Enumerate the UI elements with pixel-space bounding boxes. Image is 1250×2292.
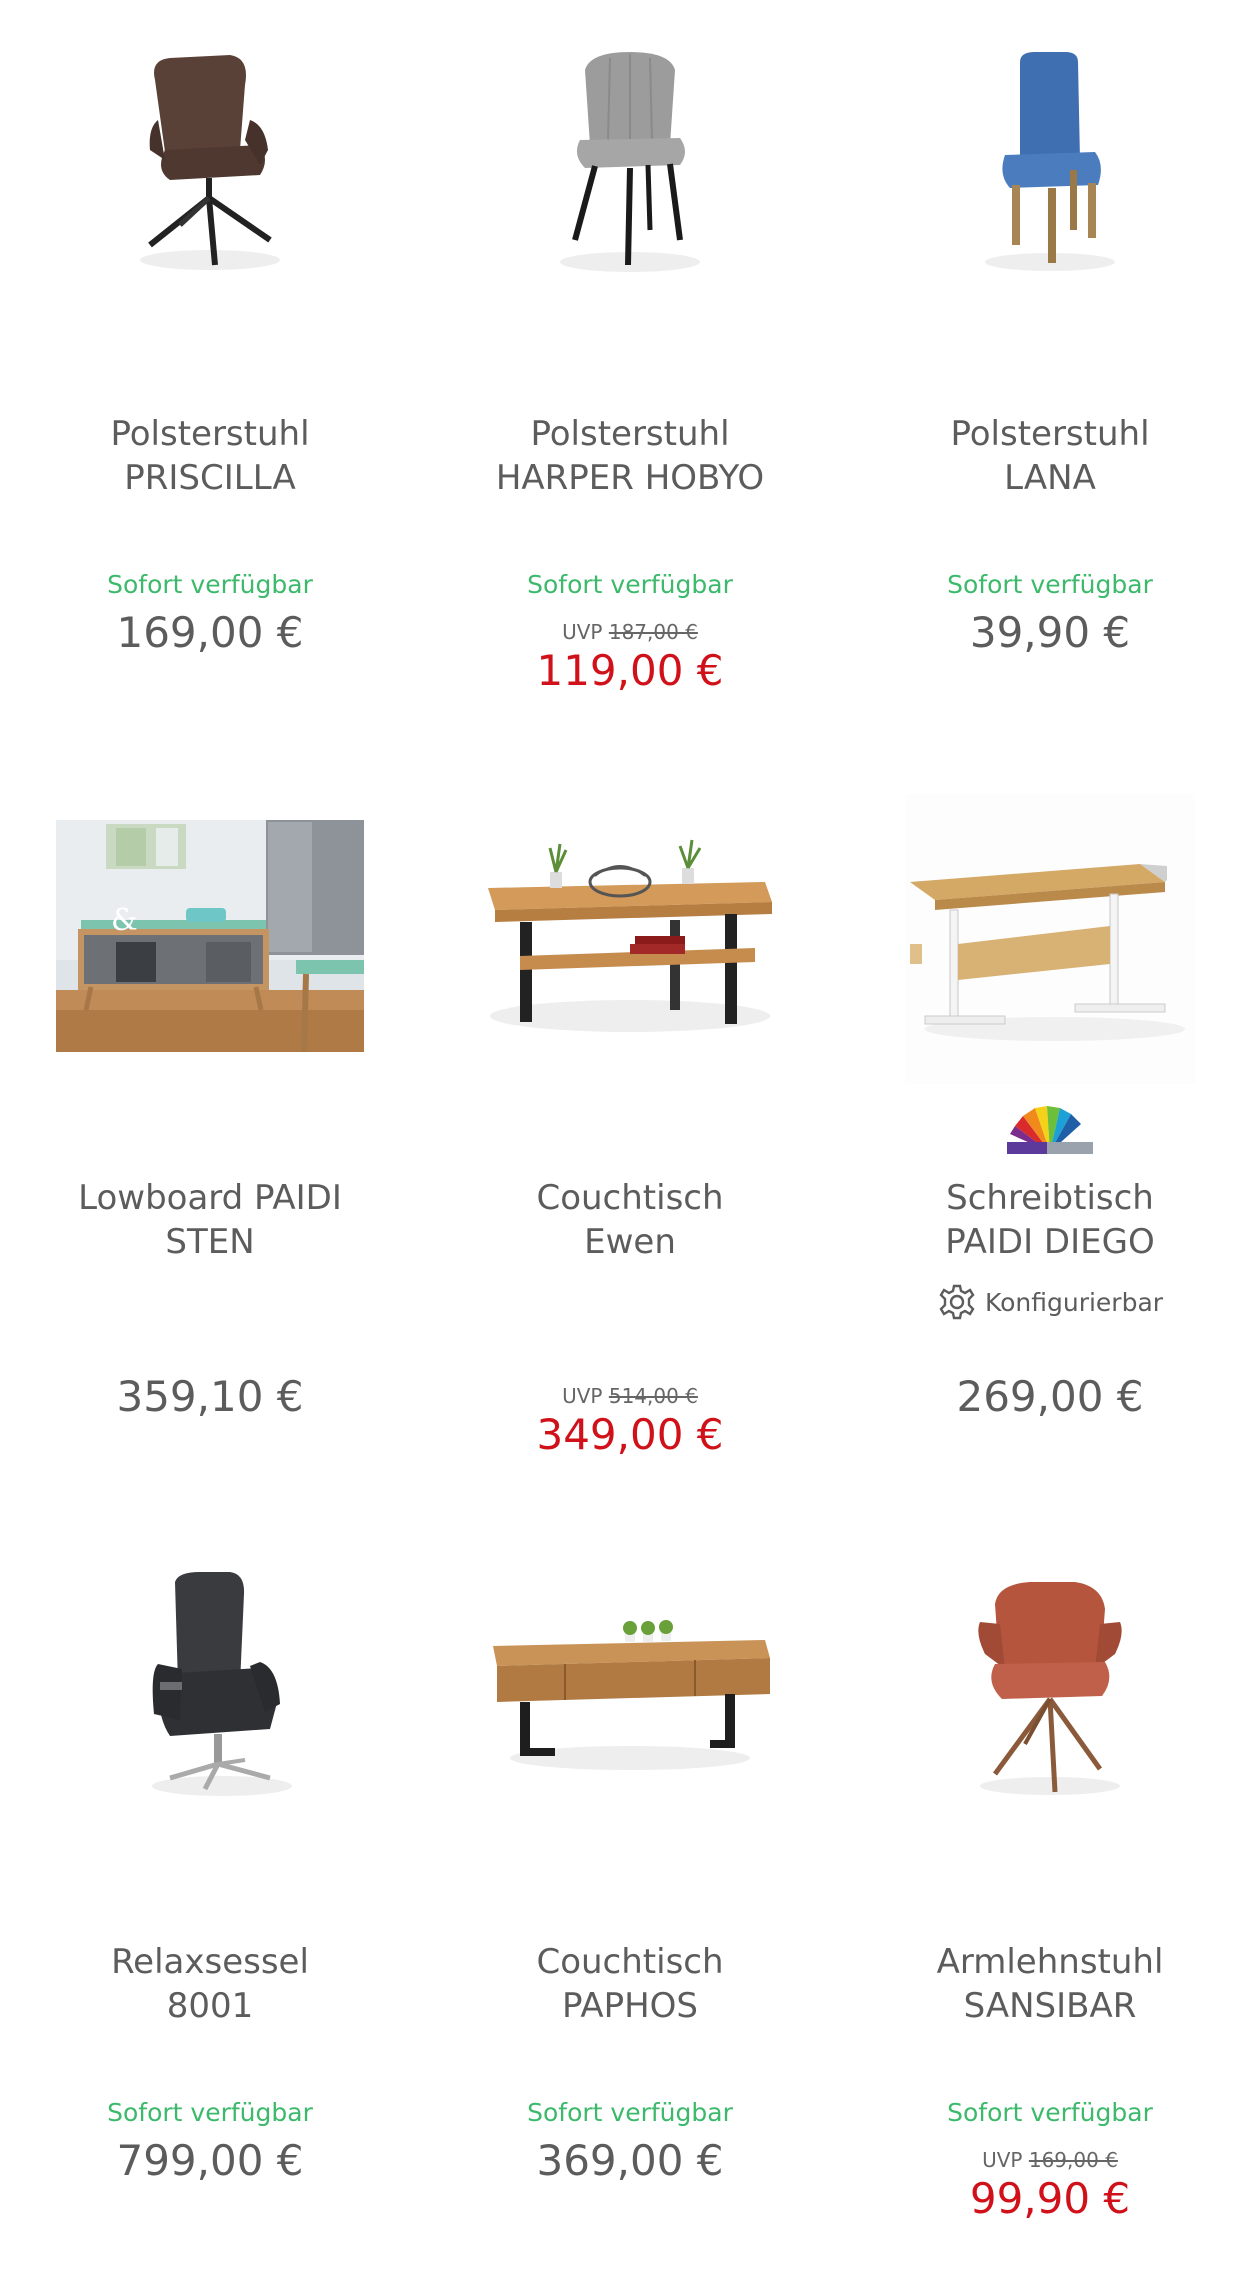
availability-label: Sofort verfügbar bbox=[947, 2098, 1153, 2127]
product-title[interactable]: Schreibtisch PAIDI DIEGO bbox=[850, 1176, 1250, 1264]
product-title[interactable]: Polsterstuhl HARPER HOBYO bbox=[430, 412, 830, 500]
product-card[interactable]: Relaxsessel 8001 Sofort verfügbar 799,00… bbox=[0, 1528, 420, 2292]
product-title-line2: HARPER HOBYO bbox=[495, 458, 765, 498]
uvp-price: UVP 169,00 € bbox=[840, 2148, 1250, 2172]
uvp-label: UVP bbox=[562, 1384, 603, 1408]
product-title-line1: Schreibtisch bbox=[946, 1178, 1154, 1218]
uvp-old-price: 514,00 € bbox=[608, 1384, 698, 1408]
product-title[interactable]: Relaxsessel 8001 bbox=[10, 1940, 410, 2028]
product-image[interactable] bbox=[840, 40, 1250, 280]
product-title-line2: STEN bbox=[165, 1222, 255, 1262]
product-card[interactable]: Polsterstuhl HARPER HOBYO Sofort verfügb… bbox=[420, 0, 840, 764]
availability-label: Sofort verfügbar bbox=[527, 2098, 733, 2127]
uvp-old-price: 187,00 € bbox=[608, 620, 698, 644]
product-image[interactable] bbox=[420, 1588, 840, 1788]
product-title-line1: Polsterstuhl bbox=[950, 414, 1150, 454]
product-card[interactable]: & Lowboard PAIDI STEN 359,10 € bbox=[0, 764, 420, 1528]
availability-label: Sofort verfügbar bbox=[107, 2098, 313, 2127]
product-image[interactable] bbox=[420, 826, 840, 1046]
product-image[interactable] bbox=[0, 1564, 420, 1804]
product-title-line2: PAPHOS bbox=[562, 1986, 698, 2026]
product-price: 169,00 € bbox=[116, 608, 304, 657]
uvp-label: UVP bbox=[562, 620, 603, 644]
product-image[interactable] bbox=[0, 40, 420, 280]
configurable-badge[interactable]: Konfigurierbar bbox=[840, 1282, 1250, 1322]
product-title-line2: PRISCILLA bbox=[124, 458, 296, 498]
product-title-line2: PAIDI DIEGO bbox=[945, 1222, 1155, 1262]
availability-label: Sofort verfügbar bbox=[947, 570, 1153, 599]
product-price: 799,00 € bbox=[116, 2136, 304, 2185]
gear-icon bbox=[939, 1284, 975, 1320]
product-price: 369,00 € bbox=[536, 2136, 724, 2185]
product-price: 39,90 € bbox=[969, 608, 1131, 657]
product-title[interactable]: Lowboard PAIDI STEN bbox=[10, 1176, 410, 1264]
uvp-price: UVP 187,00 € bbox=[420, 620, 840, 644]
uvp-price: UVP 514,00 € bbox=[420, 1384, 840, 1408]
product-card[interactable]: Couchtisch PAPHOS Sofort verfügbar 369,0… bbox=[420, 1528, 840, 2292]
product-card[interactable]: Polsterstuhl LANA Sofort verfügbar 39,90… bbox=[840, 0, 1250, 764]
product-title[interactable]: Polsterstuhl LANA bbox=[850, 412, 1250, 500]
svg-text:&: & bbox=[111, 903, 138, 938]
product-card[interactable]: Armlehnstuhl SANSIBAR Sofort verfügbar U… bbox=[840, 1528, 1250, 2292]
product-title[interactable]: Armlehnstuhl SANSIBAR bbox=[850, 1940, 1250, 2028]
color-fan-icon bbox=[840, 1104, 1250, 1156]
product-title[interactable]: Couchtisch PAPHOS bbox=[430, 1940, 830, 2028]
product-card[interactable]: Polsterstuhl PRISCILLA Sofort verfügbar … bbox=[0, 0, 420, 764]
product-title-line2: LANA bbox=[1004, 458, 1096, 498]
availability-label: Sofort verfügbar bbox=[527, 570, 733, 599]
sale-price: 99,90 € bbox=[969, 2174, 1131, 2223]
product-image[interactable] bbox=[840, 1564, 1250, 1804]
product-title-line1: Polsterstuhl bbox=[530, 414, 730, 454]
product-card[interactable]: Couchtisch Ewen UVP 514,00 € 349,00 € bbox=[420, 764, 840, 1528]
sale-price: 349,00 € bbox=[536, 1410, 724, 1459]
product-title[interactable]: Polsterstuhl PRISCILLA bbox=[10, 412, 410, 500]
sale-price: 119,00 € bbox=[536, 646, 724, 695]
product-title[interactable]: Couchtisch Ewen bbox=[430, 1176, 830, 1264]
product-image[interactable] bbox=[420, 40, 840, 280]
configurable-label: Konfigurierbar bbox=[984, 1287, 1164, 1317]
product-title-line1: Polsterstuhl bbox=[110, 414, 310, 454]
product-title-line2: Ewen bbox=[584, 1222, 676, 1262]
product-title-line1: Couchtisch bbox=[536, 1178, 724, 1218]
product-title-line1: Armlehnstuhl bbox=[936, 1942, 1164, 1982]
product-price: 359,10 € bbox=[116, 1372, 304, 1421]
product-title-line2: SANSIBAR bbox=[963, 1986, 1137, 2026]
product-image[interactable]: & bbox=[0, 820, 420, 1052]
product-grid: Polsterstuhl PRISCILLA Sofort verfügbar … bbox=[0, 0, 1250, 2292]
product-title-line1: Relaxsessel bbox=[111, 1942, 309, 1982]
product-title-line1: Couchtisch bbox=[536, 1942, 724, 1982]
product-title-line2: 8001 bbox=[166, 1986, 254, 2026]
product-title-line1: Lowboard PAIDI bbox=[78, 1178, 342, 1218]
product-image[interactable] bbox=[840, 794, 1250, 1084]
product-card[interactable]: Schreibtisch PAIDI DIEGO Konfigurierbar … bbox=[840, 764, 1250, 1528]
product-price: 269,00 € bbox=[956, 1372, 1144, 1421]
uvp-label: UVP bbox=[982, 2148, 1023, 2172]
uvp-old-price: 169,00 € bbox=[1028, 2148, 1118, 2172]
availability-label: Sofort verfügbar bbox=[107, 570, 313, 599]
